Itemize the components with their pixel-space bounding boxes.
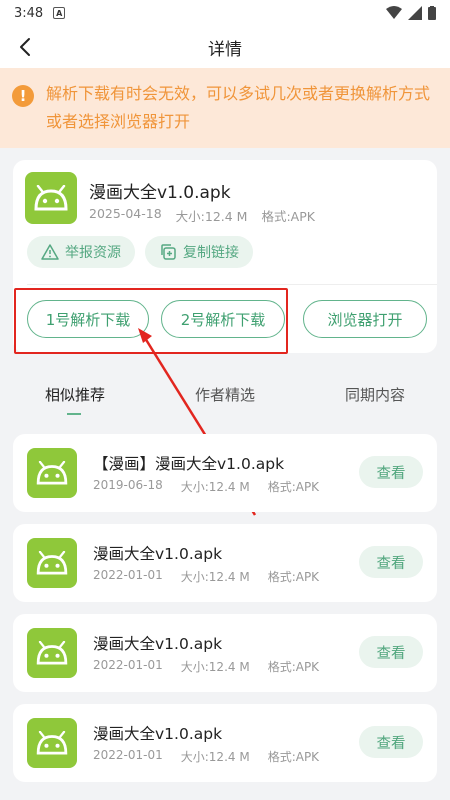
view-button[interactable]: 查看 — [359, 546, 423, 578]
list-item-format: 格式:APK — [267, 480, 320, 494]
view-button[interactable]: 查看 — [359, 636, 423, 668]
list-item-date: 2019-06-18 — [93, 478, 163, 492]
list-item-name: 【漫画】漫画大全v1.0.apk — [93, 455, 285, 473]
tab-similar[interactable]: 相似推荐 — [0, 378, 150, 418]
list-item-format: 格式:APK — [267, 660, 320, 674]
list-item-meta: 2019-06-18 大小:12.4 M 格式:APK — [93, 478, 319, 495]
list-item[interactable]: 漫画大全v1.0.apk 2022-01-01 大小:12.4 M 格式:APK… — [13, 524, 437, 602]
list-item-date: 2022-01-01 — [93, 658, 163, 672]
list-item-date: 2022-01-01 — [93, 748, 163, 762]
android-app-icon — [27, 448, 77, 498]
list-item-meta: 2022-01-01 大小:12.4 M 格式:APK — [93, 568, 319, 585]
tab-same-period[interactable]: 同期内容 — [300, 378, 450, 418]
view-button[interactable]: 查看 — [359, 456, 423, 488]
list-item-name: 漫画大全v1.0.apk — [93, 725, 223, 743]
list-item[interactable]: 【漫画】漫画大全v1.0.apk 2019-06-18 大小:12.4 M 格式… — [13, 434, 437, 512]
list-item-size: 大小:12.4 M — [180, 480, 250, 494]
list-item-size: 大小:12.4 M — [180, 750, 250, 764]
android-app-icon — [27, 718, 77, 768]
list-item[interactable]: 漫画大全v1.0.apk 2022-01-01 大小:12.4 M 格式:APK… — [13, 704, 437, 782]
list-item-date: 2022-01-01 — [93, 568, 163, 582]
list-item-size: 大小:12.4 M — [180, 570, 250, 584]
android-app-icon — [27, 628, 77, 678]
tab-author[interactable]: 作者精选 — [150, 378, 300, 418]
list-item-format: 格式:APK — [267, 750, 320, 764]
android-app-icon — [27, 538, 77, 588]
view-button[interactable]: 查看 — [359, 726, 423, 758]
list-item-meta: 2022-01-01 大小:12.4 M 格式:APK — [93, 748, 319, 765]
list-item-size: 大小:12.4 M — [180, 660, 250, 674]
list-item-format: 格式:APK — [267, 570, 320, 584]
list-item-meta: 2022-01-01 大小:12.4 M 格式:APK — [93, 658, 319, 675]
list-item[interactable]: 漫画大全v1.0.apk 2022-01-01 大小:12.4 M 格式:APK… — [13, 614, 437, 692]
list-item-name: 漫画大全v1.0.apk — [93, 545, 223, 563]
tabs: 相似推荐 作者精选 同期内容 — [0, 378, 450, 418]
list-item-name: 漫画大全v1.0.apk — [93, 635, 223, 653]
